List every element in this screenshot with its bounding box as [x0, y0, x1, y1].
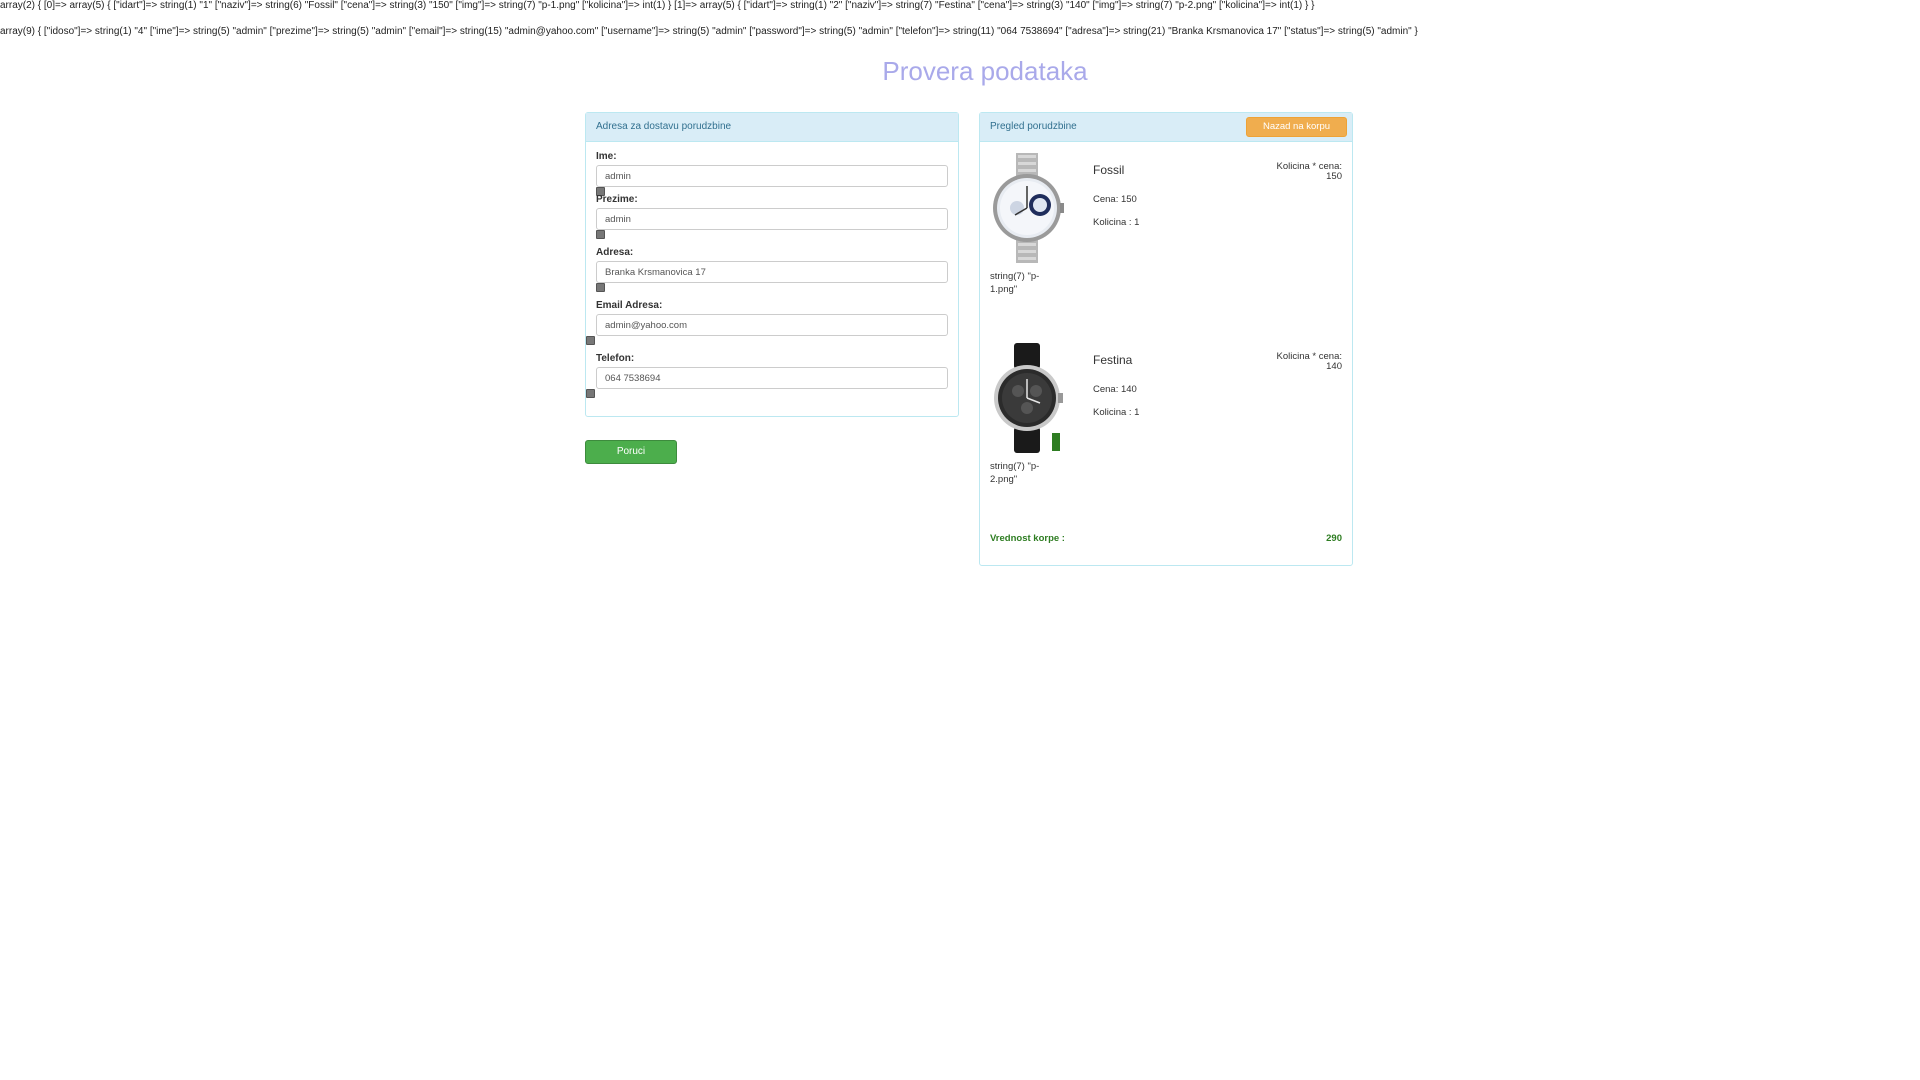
cart-total-label: Vrednost korpe : [990, 533, 1065, 544]
address-input[interactable] [596, 261, 948, 283]
item-name: Festina [1093, 353, 1133, 367]
cart-item: string(7) "p-2.png" Festina Cena: 140 Ko… [990, 343, 1342, 523]
address-checkbox[interactable] [596, 283, 605, 292]
order-button[interactable]: Poruci [585, 440, 677, 464]
back-to-cart-button[interactable]: Nazad na korpu [1246, 117, 1347, 137]
last-name-field-group: Prezime: [596, 194, 948, 230]
item-quantity: Kolicina : 1 [1093, 217, 1140, 228]
email-checkbox[interactable] [586, 336, 595, 345]
last-name-checkbox[interactable] [596, 230, 605, 239]
first-name-input[interactable] [596, 165, 948, 187]
address-label: Adresa: [596, 247, 634, 258]
delivery-address-panel: Adresa za dostavu porudzbine Ime: Prezim… [585, 112, 959, 417]
email-field-group: Email Adresa: [596, 300, 948, 336]
phone-input[interactable] [596, 367, 948, 389]
phone-label: Telefon: [596, 353, 635, 364]
first-name-field-group: Ime: [596, 151, 948, 187]
last-name-label: Prezime: [596, 194, 638, 205]
first-name-label: Ime: [596, 151, 617, 162]
item-price: Cena: 150 [1093, 194, 1137, 205]
item-image-caption: string(7) "p-2.png" [990, 461, 1040, 485]
order-review-title: Pregled porudzbine [990, 121, 1077, 132]
cart-item: string(7) "p-1.png" Fossil Cena: 150 Kol… [990, 153, 1342, 333]
watch-image [994, 343, 1063, 453]
item-subtotal: Kolicina * cena: 140 [1262, 352, 1342, 372]
item-quantity: Kolicina : 1 [1093, 407, 1140, 418]
item-name: Fossil [1093, 163, 1125, 177]
cart-total-value: 290 [1326, 533, 1342, 544]
debug-output-user: array(9) { ["idoso"]=> string(1) "4" ["i… [0, 26, 1418, 37]
order-review-heading: Pregled porudzbine Nazad na korpu [980, 113, 1352, 142]
watch-image [993, 153, 1064, 263]
order-review-panel: Pregled porudzbine Nazad na korpu string… [979, 112, 1353, 566]
item-subtotal-value: 150 [1326, 171, 1342, 182]
address-field-group: Adresa: [596, 247, 948, 283]
debug-output-cart: array(2) { [0]=> array(5) { ["idart"]=> … [0, 0, 1315, 11]
item-subtotal: Kolicina * cena: 150 [1262, 162, 1342, 182]
last-name-input[interactable] [596, 208, 948, 230]
item-price: Cena: 140 [1093, 384, 1137, 395]
phone-field-group: Telefon: [596, 353, 948, 389]
page-title: Provera podataka [882, 56, 1088, 86]
phone-checkbox[interactable] [586, 389, 595, 398]
item-subtotal-value: 140 [1326, 361, 1342, 372]
email-input[interactable] [596, 314, 948, 336]
delivery-address-heading: Adresa za dostavu porudzbine [586, 113, 958, 142]
email-label: Email Adresa: [596, 300, 663, 311]
item-image-caption: string(7) "p-1.png" [990, 271, 1040, 295]
